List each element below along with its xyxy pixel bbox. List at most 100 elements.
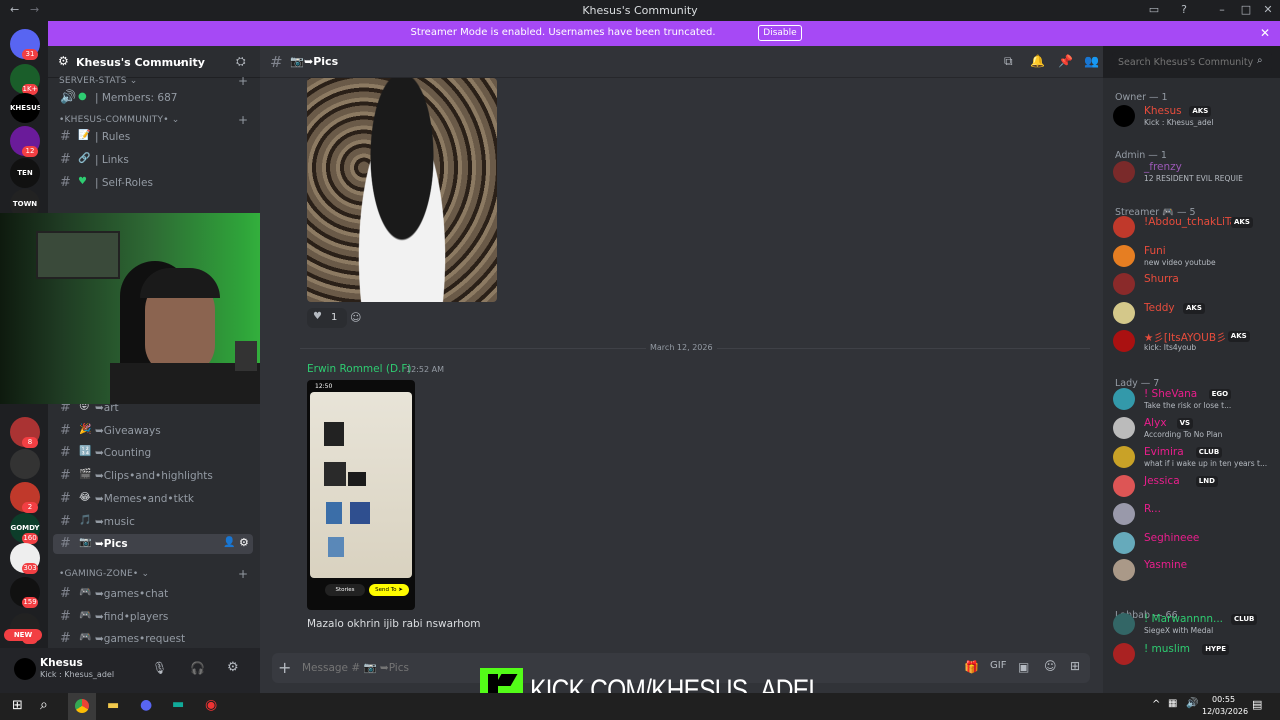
channel-emoji-icon: 🔢 [79,446,92,458]
server-icon: ⚙ [58,54,69,68]
channel-label: ➥Giveaways [95,424,161,437]
help-icon[interactable]: ? [1174,3,1194,19]
sidebar-channel-game[interactable]: # 🎮 ➥games•request [53,629,253,649]
reaction-chip[interactable]: ♥ 1 [307,308,347,328]
sidebar-channel-game[interactable]: # 🎮 ➥find•players [53,607,253,627]
member-item[interactable]: Alyx VS According To No Plan [1111,414,1276,442]
avatar [1113,216,1135,238]
member-item[interactable]: Shurra [1111,270,1276,298]
windows-start-icon[interactable]: ⊞ [12,698,23,713]
threads-icon[interactable]: ⧉ [1004,54,1013,69]
user-panel: Khesus Kick : Khesus_adel 🎙 🎧 ⚙ [0,648,260,693]
sidebar-channel-3[interactable]: # 🎬 ➥Clips•and•highlights [53,466,253,486]
search-input[interactable] [1112,52,1272,72]
member-name: Jessica [1144,475,1180,487]
pin-icon[interactable]: 📌 [1058,54,1073,68]
server-icon-2[interactable]: KHESUS [10,93,40,123]
add-reaction-icon[interactable]: ☺ [350,311,361,324]
sidebar-channel-1[interactable]: # 🎉 ➥Giveaways [53,421,253,441]
member-item[interactable]: ! SheVana EGO Take the risk or lose t... [1111,385,1276,413]
avatar[interactable] [14,658,36,680]
microphone-icon[interactable]: 🎙 [152,661,167,675]
member-item[interactable]: ★彡[ItsAYOUB彡 AKS kick: Its4youb [1111,327,1276,355]
member-item[interactable]: Funi new video youtube [1111,242,1276,270]
sidebar-channel[interactable]: 🔊 ● | Members: 687 [53,88,253,108]
date-divider: March 12, 2026 [646,343,717,352]
sidebar-channel-4[interactable]: # 😂 ➥Memes•and•tktk [53,489,253,509]
add-channel-icon[interactable]: + [238,567,248,581]
explorer-taskbar-icon[interactable]: ▬ [107,698,119,713]
add-attachment-icon[interactable]: + [278,658,291,677]
headset-icon[interactable]: 🎧 [190,661,205,675]
member-item[interactable]: R... [1111,500,1276,528]
notification-icon[interactable]: ▤ [1252,698,1262,711]
hash-icon: # [60,513,71,529]
sidebar-channel-6[interactable]: # 📷 ➥Pics 👤 ⚙ [53,534,253,555]
channel-label: | Links [95,154,129,166]
disable-button[interactable]: Disable [758,25,802,41]
sidebar-channel[interactable]: # 📝 | Rules [53,127,253,147]
inbox-icon[interactable]: ▭ [1144,3,1164,19]
kitten-image[interactable] [307,78,497,302]
discord-taskbar-icon[interactable]: ● [140,697,152,713]
tray-chevron-icon[interactable]: ^ [1152,699,1160,710]
phone-screenshot-image[interactable]: 12:50 Stories Send To ➤ [307,380,415,610]
gift-icon[interactable]: 🎁 [964,660,979,674]
member-item[interactable]: !Abdou_tchakLiTa AKS [1111,213,1276,241]
apps-icon[interactable]: ⊞ [1070,659,1080,673]
member-name: ! muslim [1144,643,1190,655]
obs-taskbar-icon[interactable]: ◉ [205,697,217,713]
member-item[interactable]: Yasmine [1111,556,1276,584]
settings-gear-icon[interactable]: ⚙ [227,660,239,675]
member-name: Funi [1144,245,1166,257]
taskbar-time[interactable]: 00:55 [1212,695,1235,704]
sidebar-channel-game[interactable]: # 🎮 ➥games•chat [53,584,253,604]
member-item[interactable]: _frenzy 12 RESIDENT EVIL REQUIE [1111,158,1276,186]
member-item[interactable]: Evimira CLUB what if i wake up in ten year… [1111,443,1276,471]
chrome-taskbar-icon[interactable] [68,693,96,720]
avatar [1113,475,1135,497]
member-tag: EGO [1208,389,1232,400]
sidebar-channel[interactable]: # 🔗 | Links [53,150,253,170]
server-header[interactable]: ⚙ Khesus's Community ⌄ ⛭ [48,46,260,78]
category-header[interactable]: •KHESUS-COMMUNITY• ⌄ [59,115,180,125]
member-item[interactable]: Jessica LND [1111,472,1276,500]
sidebar-channel-2[interactable]: # 🔢 ➥Counting [53,443,253,463]
sidebar-channel-5[interactable]: # 🎵 ➥music [53,512,253,532]
maximize-icon[interactable]: □ [1236,3,1256,19]
channel-settings-icon[interactable]: ⚙ [239,536,249,549]
category-header[interactable]: •GAMING-ZONE• ⌄ [59,569,149,579]
invite-icon[interactable]: 👤 [223,537,235,548]
add-channel-icon[interactable]: + [238,74,248,88]
avatar [1113,330,1135,352]
channel-label: | Self-Roles [95,177,153,189]
member-item[interactable]: Khesus AKS Kick : Khesus_adel [1111,102,1276,130]
member-name: Evimira [1144,446,1184,458]
member-name: Alyx [1144,417,1167,429]
server-icon-4[interactable]: TEN [10,158,40,188]
sidebar-channel[interactable]: # ♥ | Self-Roles [53,173,253,193]
member-item[interactable]: Teddy AKS [1111,299,1276,327]
sticker-icon[interactable]: ▣ [1018,660,1029,674]
server-icon-7[interactable] [10,449,40,479]
gif-icon[interactable]: GIF [990,660,1006,671]
message-author[interactable]: Erwin Rommel (D.F) [307,363,412,375]
member-item[interactable]: ! Marwannnn... CLUB SiegeX with Medal [1111,610,1276,638]
app-taskbar-icon[interactable]: ▬ [172,697,184,712]
emoji-icon[interactable]: ☺ [1044,659,1057,673]
add-channel-icon[interactable]: + [238,113,248,127]
volume-icon[interactable]: 🔊 [1186,698,1198,709]
close-icon[interactable]: ✕ [1260,26,1270,40]
hash-icon: # [60,631,71,646]
taskbar-date[interactable]: 12/03/2026 [1202,707,1248,716]
close-window-icon[interactable]: ✕ [1258,3,1278,19]
category-header[interactable]: SERVER-STATS ⌄ [59,76,138,86]
member-item[interactable]: ! muslim HYPE [1111,640,1276,668]
taskbar-search-icon[interactable]: ⌕ [40,697,48,713]
member-item[interactable]: Seghineee [1111,529,1276,557]
minimize-icon[interactable]: – [1212,3,1232,19]
bell-icon[interactable]: 🔔 [1030,54,1045,68]
add-member-icon[interactable]: ⛭ [236,54,246,69]
member-list-icon[interactable]: 👥 [1084,54,1099,68]
network-icon[interactable]: ▦ [1168,698,1177,709]
